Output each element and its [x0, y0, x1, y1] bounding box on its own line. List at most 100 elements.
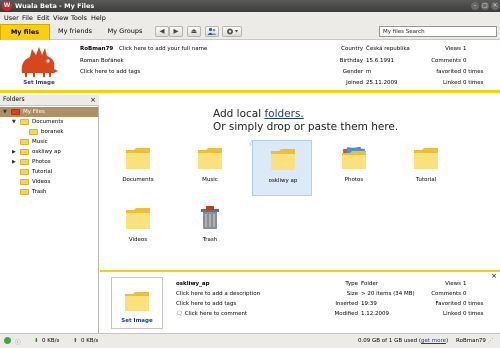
file-item[interactable]: Music	[180, 140, 240, 196]
file-item[interactable]: oskliwy ap	[252, 140, 312, 196]
folder-icon	[20, 149, 29, 155]
detail-name: oskliwy_ap	[176, 281, 210, 287]
get-more-link[interactable]: get more	[421, 338, 446, 344]
folder-icon	[20, 119, 29, 125]
folder-icon	[198, 148, 222, 169]
menu-user[interactable]: User	[4, 14, 19, 22]
menu-file[interactable]: File	[22, 14, 33, 22]
sidebar-item[interactable]: boranek	[0, 127, 98, 137]
file-item[interactable]: Tutorial	[396, 140, 456, 196]
file-item-label: Music	[202, 177, 218, 183]
sidebar-item[interactable]: ▼ Documents	[0, 117, 98, 127]
folder-icon	[126, 208, 150, 229]
avatar[interactable]: Set Image	[16, 43, 62, 89]
folders-header: Folders ×	[0, 95, 99, 106]
title-bar: W Wuala Beta - My Files – □ ×	[0, 0, 500, 12]
file-item[interactable]: Videos	[108, 200, 168, 256]
sidebar-item[interactable]: Music	[0, 137, 98, 147]
share-people-icon[interactable]	[205, 26, 219, 37]
file-item-label: Trash	[202, 237, 218, 243]
folder-icon	[20, 159, 29, 165]
sidebar-item[interactable]: ▶ oskliwy ap	[0, 147, 98, 157]
resize-grip-icon[interactable]: ⋰	[488, 338, 494, 344]
back-arrow-icon[interactable]: ◀	[155, 26, 169, 37]
sidebar-item[interactable]: ▼ My Files	[0, 107, 98, 117]
forward-arrow-icon[interactable]: ▶	[169, 26, 183, 37]
expand-arrow-right-icon[interactable]: ▶	[12, 147, 16, 157]
profile-panel: Set Image RoBman79 Click here to add you…	[0, 40, 500, 93]
expand-arrow-right-icon[interactable]: ▶	[12, 157, 16, 167]
sidebar-item[interactable]: ▶ Photos	[0, 157, 98, 167]
toolbar: My files My friends My Groups ◀ ▶ ⏏ My f…	[0, 23, 500, 40]
file-item-label: Photos	[344, 177, 364, 183]
search-input[interactable]: My files Search	[379, 26, 497, 37]
sidebar-item-label: Videos	[32, 179, 51, 185]
folder-icon	[126, 148, 150, 169]
drop-hint: Add local folders. Or simply drop or pas…	[213, 108, 398, 134]
sidebar-item[interactable]: Videos	[0, 177, 98, 187]
comment-hint: Click here to comment	[184, 311, 248, 317]
add-tags-link[interactable]: Click here to add tags	[80, 69, 140, 75]
add-description-link[interactable]: Click here to add a description	[176, 291, 260, 297]
profile-username: RoBman79	[80, 46, 114, 52]
upload-arrow-icon: ⬆	[73, 338, 78, 344]
sidebar-item-label: Photos	[32, 159, 51, 165]
add-folders-link[interactable]: folders.	[264, 108, 303, 120]
upload-rate: 0 KB/s	[81, 338, 99, 344]
file-item[interactable]: Photos	[324, 140, 384, 196]
expand-arrow-down-icon[interactable]: ▼	[12, 117, 16, 127]
window-title: Wuala Beta - My Files	[15, 2, 95, 10]
download-rate: 0 KB/s	[42, 338, 60, 344]
status-username: RoBman79	[456, 338, 486, 344]
detail-thumbnail[interactable]: Set Image	[111, 277, 163, 329]
sidebar-item-label: My Files	[23, 109, 45, 115]
storage-text: 0.09 GB of 1 GB used (	[358, 338, 421, 344]
sidebar-item[interactable]: Trash	[0, 187, 98, 197]
storage-usage: 0.09 GB of 1 GB used (get more)	[358, 338, 448, 344]
folder-icon	[271, 149, 295, 170]
trash-icon	[201, 206, 219, 229]
minimize-button[interactable]: –	[471, 2, 479, 10]
detail-add-tags-link[interactable]: Click here to add tags	[176, 301, 236, 307]
menu-help[interactable]: Help	[91, 14, 106, 22]
info-icon[interactable]: ⓘ	[15, 338, 21, 346]
menu-view[interactable]: View	[53, 14, 68, 22]
folder-icon	[125, 292, 149, 311]
drop-hint-line2: Or simply drop or paste them here.	[213, 121, 399, 133]
folder-icon	[20, 189, 29, 195]
file-item[interactable]: Documents	[108, 140, 168, 196]
menu-edit[interactable]: Edit	[37, 14, 50, 22]
comment-link[interactable]: 🗨 Click here to comment	[176, 311, 247, 317]
drop-hint-prefix: Add local	[213, 108, 265, 120]
folders-sidebar: Folders × ▼ My Files ▼ Documents boranek Musi…	[0, 95, 99, 333]
upload-icon[interactable]: ⏏	[187, 26, 201, 37]
file-item-label: Documents	[122, 177, 154, 183]
profile-real-name: Roman Bořánek	[80, 58, 124, 64]
comment-icon: 🗨	[176, 311, 183, 317]
sidebar-item[interactable]: Tutorial	[0, 167, 98, 177]
tab-my-files[interactable]: My files	[0, 24, 50, 40]
maximize-button[interactable]: □	[481, 2, 489, 10]
dragon-avatar-icon	[21, 47, 59, 77]
tab-my-friends[interactable]: My friends	[50, 24, 100, 40]
add-full-name-link[interactable]: Click here to add your full name	[119, 46, 207, 52]
folder-icon	[20, 139, 29, 145]
tab-my-groups[interactable]: My Groups	[100, 24, 150, 40]
folder-icon	[414, 148, 438, 169]
settings-gear-icon[interactable]	[222, 26, 242, 37]
folder-icon	[20, 179, 29, 185]
detail-set-image-link[interactable]: Set Image	[112, 318, 162, 324]
sidebar-item-label: boranek	[41, 129, 64, 135]
folder-icon	[11, 109, 20, 115]
close-window-button[interactable]: ×	[491, 2, 499, 10]
close-icon[interactable]: ×	[90, 95, 96, 105]
expand-arrow-down-icon[interactable]: ▼	[3, 107, 7, 117]
menu-bar: User File Edit View Tools Help	[0, 12, 500, 23]
file-item[interactable]: Trash	[180, 200, 240, 256]
set-image-link[interactable]: Set Image	[16, 80, 62, 86]
sidebar-item-label: Trash	[32, 189, 47, 195]
detail-close-icon[interactable]: ×	[491, 272, 497, 280]
sidebar-item-label: Documents	[32, 119, 64, 125]
menu-tools[interactable]: Tools	[71, 14, 87, 22]
storage-close-paren: )	[446, 338, 449, 344]
